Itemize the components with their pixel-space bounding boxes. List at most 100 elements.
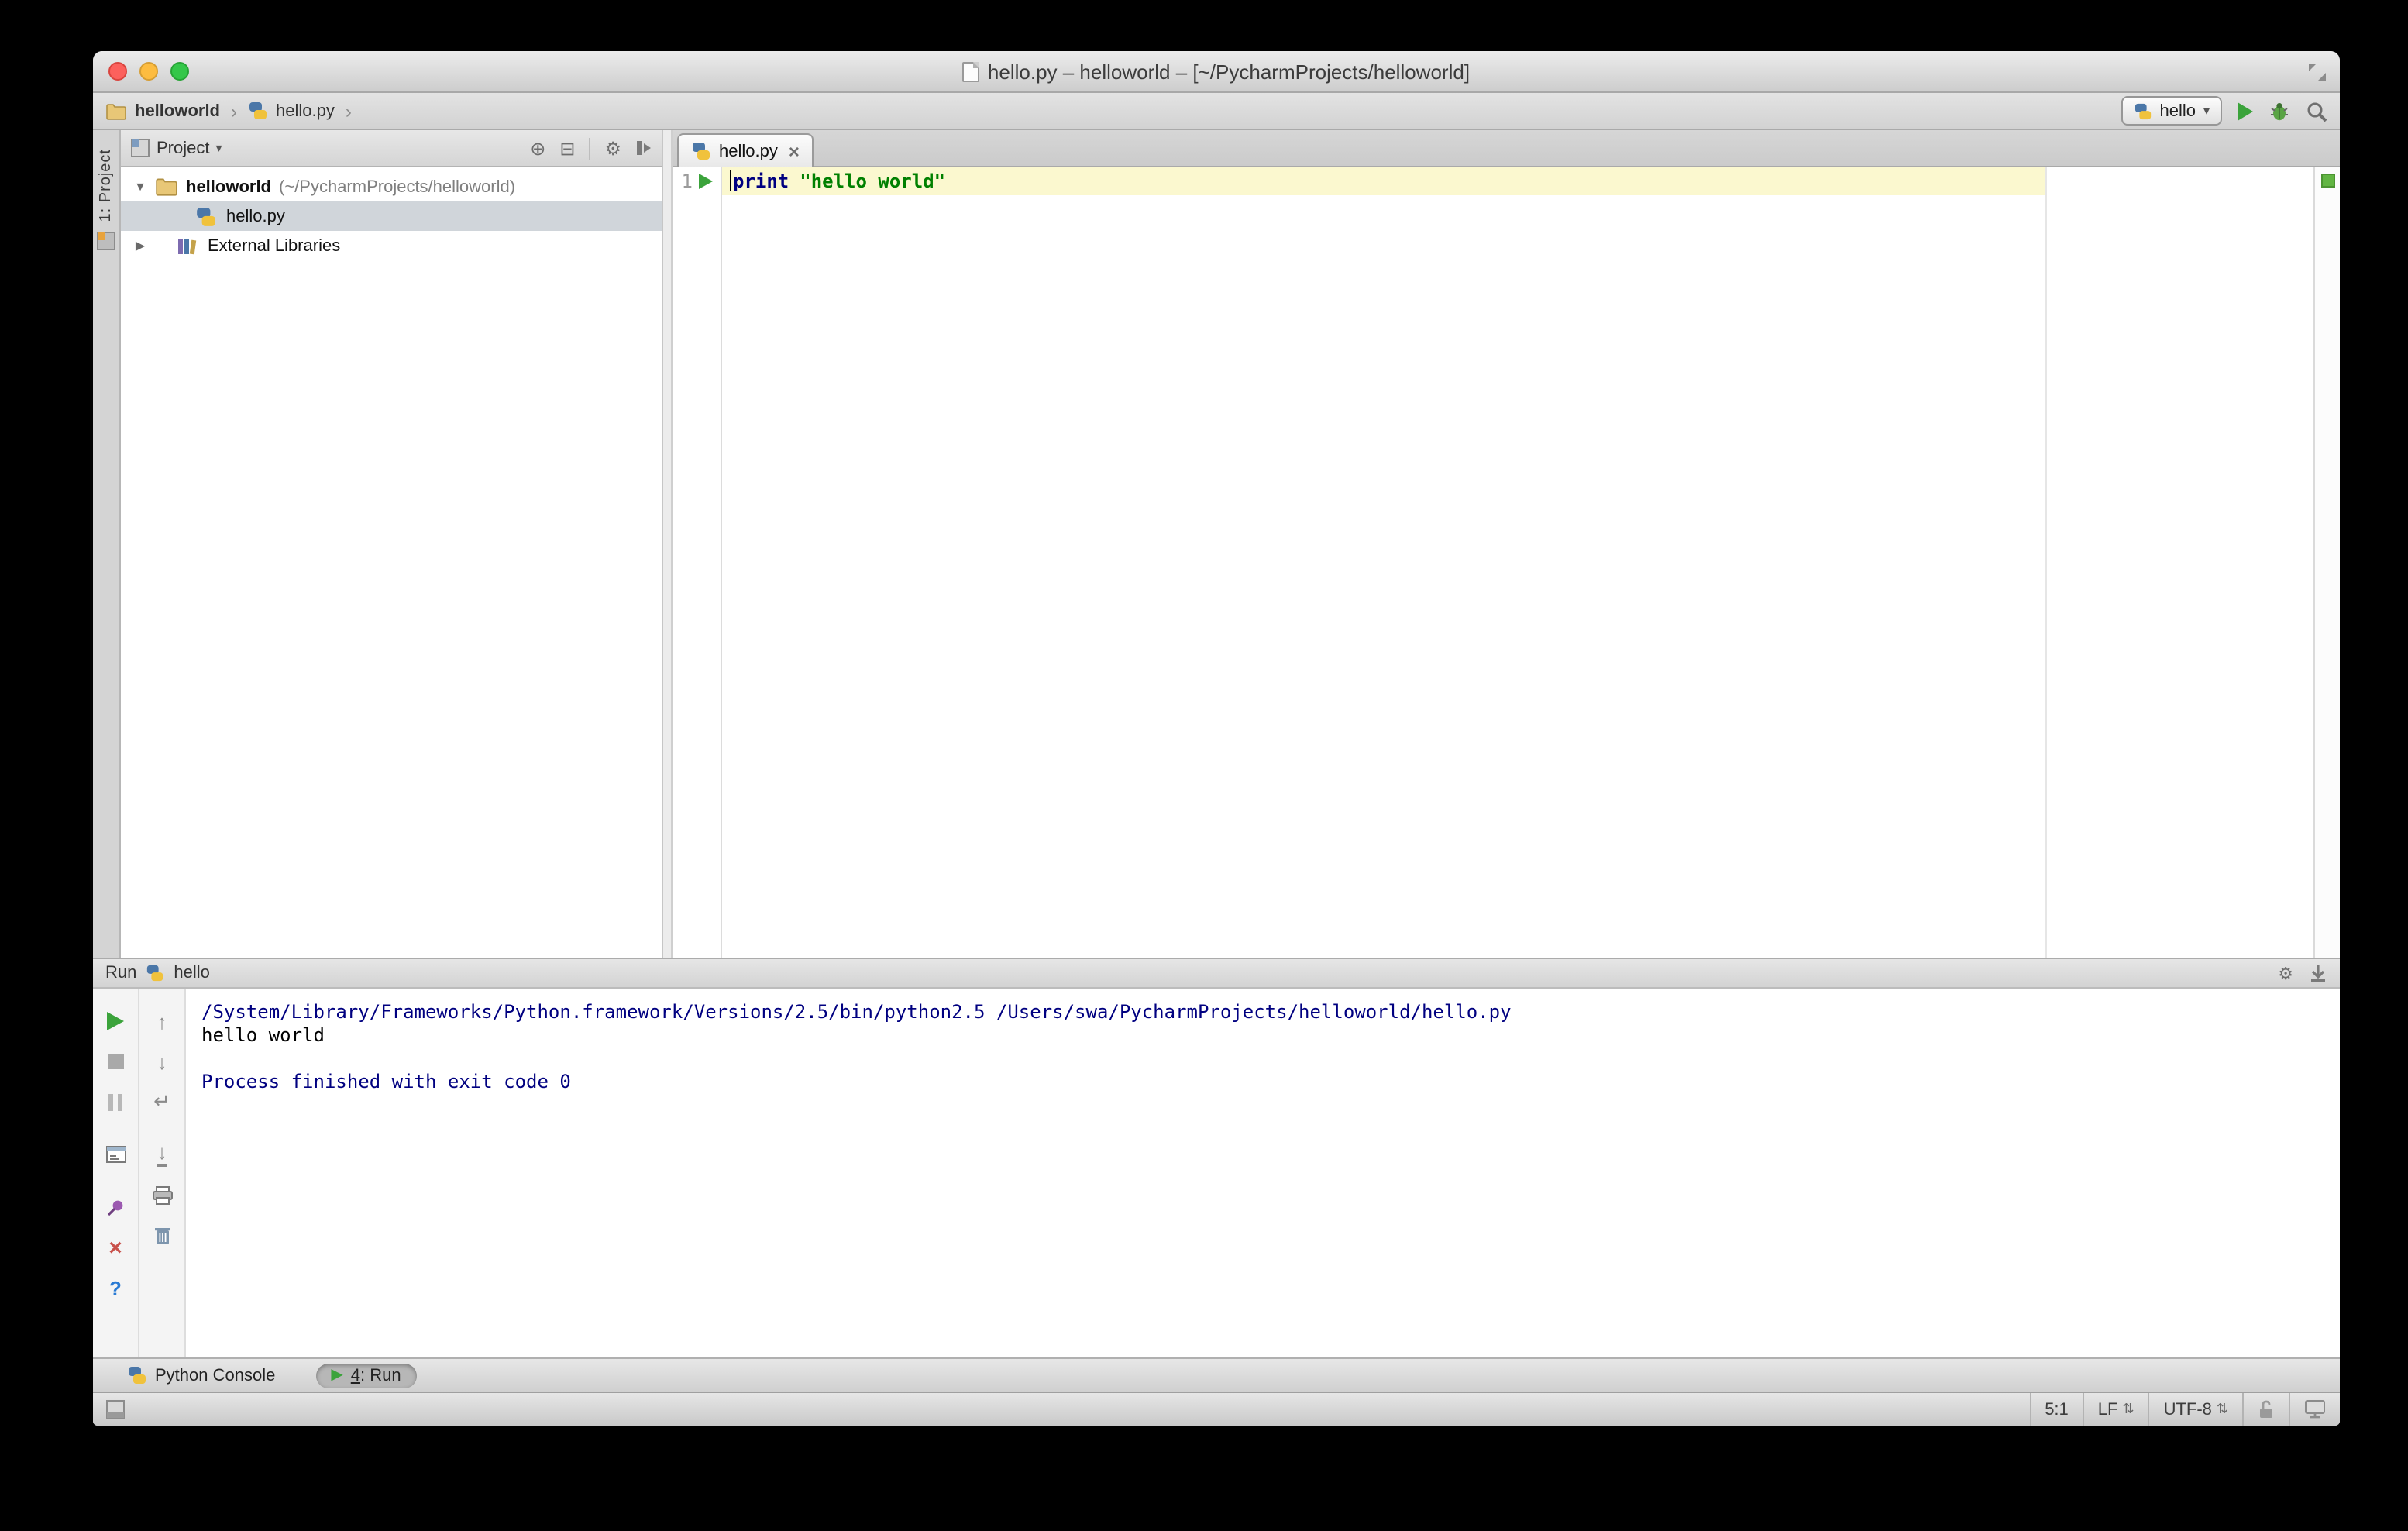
project-panel: Project ▾ ⊕ ⊟ ⚙ ▼ helloworld (~/PycharmP… [121,130,663,958]
tab-close-icon[interactable]: × [789,140,800,162]
code-editor[interactable]: 1 print "hello world" [673,167,2340,958]
stop-button[interactable] [98,1044,132,1079]
updown-chevron-icon: ⇅ [2122,1401,2135,1416]
fullscreen-icon[interactable] [2307,62,2327,82]
pause-output-button[interactable] [98,1085,132,1119]
title-bar[interactable]: hello.py – helloworld – [~/PycharmProjec… [93,51,2340,93]
chevron-down-icon: ▾ [2203,104,2210,118]
project-tree: ▼ helloworld (~/PycharmProjects/hellowor… [121,167,662,260]
run-console-output[interactable]: /System/Library/Frameworks/Python.framew… [186,989,2340,1357]
next-trace-button[interactable]: ↓ [145,1044,179,1079]
python-run-config-icon [2133,101,2152,120]
tree-row-project-root[interactable]: ▼ helloworld (~/PycharmProjects/hellowor… [121,172,662,201]
encoding-widget[interactable]: UTF-8 ⇅ [2148,1393,2242,1426]
clear-console-button[interactable] [145,1218,179,1252]
right-margin-guide [2045,167,2047,958]
run-tool-window: Run hello ⚙ × ? ↑ ↓ ↵ ↓ /System/Library/… [93,958,2340,1357]
python-console-icon [127,1365,147,1385]
run-panel-title: Run [105,964,137,982]
project-tool-window-button[interactable]: 1: Project [98,149,115,222]
code-string: "hello world" [800,170,946,192]
breadcrumb-file[interactable]: hello.py [276,101,335,120]
python-run-config-icon [146,964,164,982]
main-area: 1: Project Project ▾ ⊕ ⊟ ⚙ ▼ helloworld … [93,130,2340,958]
run-panel-content: × ? ↑ ↓ ↵ ↓ /System/Library/Frameworks/P… [93,989,2340,1357]
tool-window-bar-left: 1: Project [93,130,121,958]
soft-wrap-button[interactable]: ↵ [145,1085,179,1119]
hide-panel-button[interactable] [635,139,652,157]
bottom-tool-window-bar: Python Console ▶ 4: Run [93,1357,2340,1392]
rerun-button[interactable] [98,1004,132,1038]
show-console-button[interactable] [98,1137,132,1171]
settings-gear-button[interactable]: ⚙ [604,139,621,157]
tab-hello-py[interactable]: hello.py × [677,133,814,167]
code-area[interactable]: print "hello world" [722,167,2313,958]
code-line-1: print "hello world" [722,169,945,195]
prev-trace-button[interactable]: ↑ [145,1004,179,1038]
scroll-to-end-button[interactable]: ↓ [145,1137,179,1171]
run-gutter-icon[interactable] [699,174,713,189]
python-file-icon [691,141,711,161]
libraries-icon [155,235,200,256]
run-toolbar-console: ↑ ↓ ↵ ↓ [139,989,186,1357]
project-tool-window-icon [96,232,116,252]
run-configuration-select[interactable]: hello ▾ [2121,96,2222,126]
pycharm-window: hello.py – helloworld – [~/PycharmProjec… [93,51,2340,1426]
python-console-tab[interactable]: Python Console [127,1365,275,1385]
python-console-label: Python Console [155,1366,276,1385]
tree-row-hello-py[interactable]: hello.py [121,201,662,231]
panel-splitter[interactable] [663,130,673,958]
chevron-right-icon: › [345,100,352,122]
project-view-icon [130,138,150,158]
run-tool-window-tab[interactable]: ▶ 4: Run [315,1363,417,1388]
hide-run-panel-button[interactable] [2309,964,2327,982]
python-file-icon [195,205,218,227]
code-keyword: print [733,170,789,192]
monitor-icon[interactable] [2289,1393,2340,1426]
updown-chevron-icon: ⇅ [2216,1401,2228,1416]
console-line: hello world [201,1024,325,1046]
editor-zone: hello.py × 1 print "hello world" [673,130,2340,958]
tree-row-external-libraries[interactable]: ▶ External Libraries [121,231,662,260]
pin-tab-button[interactable] [98,1190,132,1224]
tree-expand-toggle[interactable]: ▶ [133,239,147,253]
tree-project-path: (~/PycharmProjects/helloworld) [279,177,516,196]
chevron-right-icon: › [231,100,237,122]
traffic-lights [108,62,189,81]
close-run-tab-button[interactable]: × [98,1230,132,1264]
run-tab-number: 4 [350,1366,360,1385]
debug-button[interactable] [2269,100,2290,122]
print-button[interactable] [145,1178,179,1212]
annotation-bar[interactable] [2313,167,2340,958]
tab-label: hello.py [719,142,778,160]
breadcrumb-project[interactable]: helloworld [135,101,220,120]
folder-icon [155,176,178,198]
help-button[interactable]: ? [98,1271,132,1305]
console-line: /System/Library/Frameworks/Python.framew… [201,1001,1512,1023]
locate-file-button[interactable]: ⊕ [530,139,545,157]
document-icon [962,61,980,81]
run-config-name: hello [174,964,210,982]
run-configuration-label: hello [2159,101,2196,120]
line-separator-widget[interactable]: LF ⇅ [2082,1393,2148,1426]
python-file-icon [248,101,268,121]
editor-tab-strip: hello.py × [673,130,2340,167]
zoom-window-button[interactable] [170,62,189,81]
tree-expand-toggle[interactable]: ▼ [133,180,147,194]
run-button[interactable] [2238,101,2253,120]
collapse-all-button[interactable]: ⊟ [559,139,575,157]
status-bar: 5:1 LF ⇅ UTF-8 ⇅ [93,1392,2340,1426]
caret-position-widget[interactable]: 5:1 [2029,1393,2083,1426]
tree-external-libraries-label: External Libraries [208,236,341,255]
chevron-down-icon: ▾ [215,141,222,155]
close-window-button[interactable] [108,62,127,81]
readonly-lock-icon[interactable] [2242,1393,2289,1426]
search-icon[interactable] [2306,100,2327,122]
toolwindow-toggle-icon[interactable] [105,1399,126,1419]
run-settings-gear-button[interactable]: ⚙ [2278,963,2293,983]
console-line: Process finished with exit code 0 [201,1071,571,1092]
folder-icon [105,101,127,120]
project-view-selector[interactable]: Project [157,139,210,157]
minimize-window-button[interactable] [139,62,158,81]
